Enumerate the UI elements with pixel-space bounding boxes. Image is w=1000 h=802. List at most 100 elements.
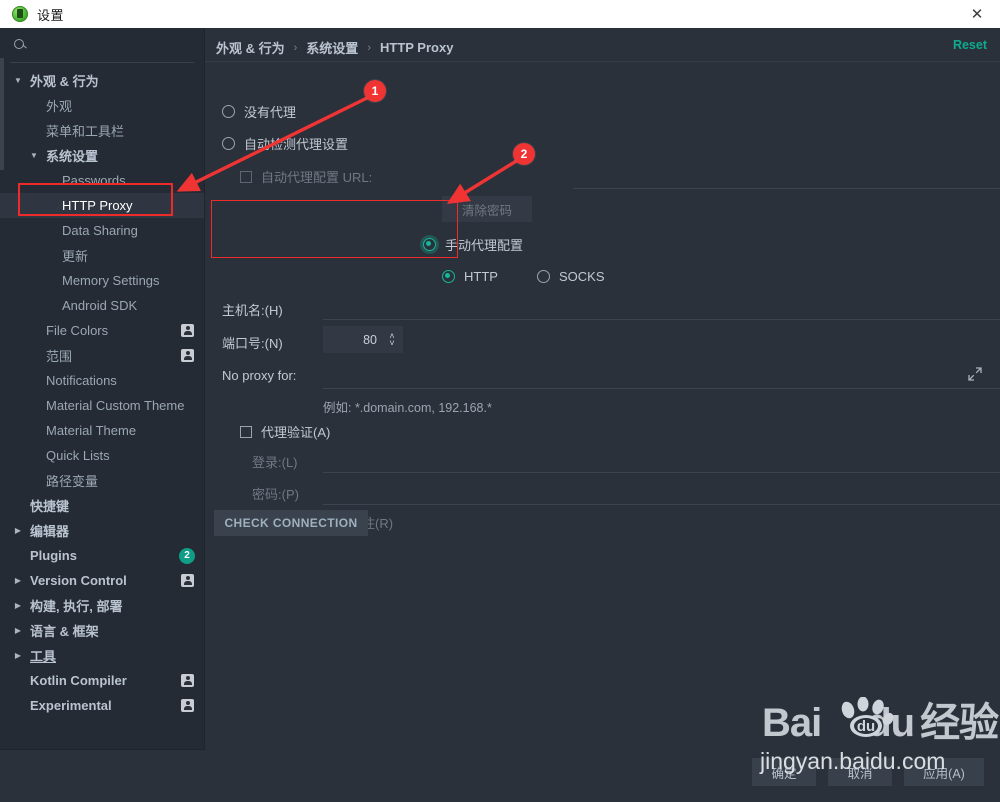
clear-passwords-button[interactable]: 清除密码	[442, 196, 532, 222]
header-divider	[205, 61, 1000, 62]
no-proxy-hint: 例如: *.domain.com, 192.168.*	[323, 397, 492, 416]
auto-url-checkbox-row[interactable]: 自动代理配置 URL:	[240, 167, 372, 186]
port-value[interactable]: 80	[363, 333, 385, 347]
sidebar-item-http-proxy[interactable]: HTTP Proxy	[0, 193, 204, 218]
auto-url-checkbox[interactable]	[240, 170, 252, 183]
reset-button[interactable]: Reset	[953, 38, 987, 52]
sidebar-scrollbar[interactable]	[0, 28, 4, 750]
port-label: 端口号:(N)	[222, 333, 283, 352]
http-radio-row[interactable]: HTTP	[442, 269, 498, 284]
search-input[interactable]	[29, 37, 194, 53]
sidebar-scrollbar-thumb[interactable]	[0, 58, 4, 170]
http-radio[interactable]	[442, 270, 455, 283]
sidebar-item-label: 菜单和工具栏	[46, 124, 125, 139]
sidebar-item-android-sdk[interactable]: Android SDK	[0, 293, 204, 318]
auto-detect-radio[interactable]	[222, 137, 235, 150]
auto-url-label: 自动代理配置 URL:	[261, 170, 373, 185]
no-proxy-radio-row[interactable]: 没有代理	[222, 102, 296, 121]
manual-proxy-radio[interactable]	[423, 238, 436, 251]
socks-radio-row[interactable]: SOCKS	[537, 269, 605, 284]
close-icon[interactable]: ✕	[954, 0, 1000, 27]
sidebar-item-version-control[interactable]: ▶ Version Control	[0, 568, 204, 593]
login-label-text: 登录:(L)	[252, 455, 298, 470]
window-titlebar: 设置 ✕	[0, 0, 1000, 29]
sidebar-item-[interactable]: 路径变量	[0, 468, 204, 493]
chevron-right-icon[interactable]: ▶	[12, 576, 24, 585]
no-proxy-hint-text: 例如: *.domain.com, 192.168.*	[323, 401, 492, 415]
http-label: HTTP	[464, 269, 498, 284]
password-input[interactable]	[323, 504, 1000, 505]
port-label-text: 端口号:(N)	[222, 336, 283, 351]
search-row[interactable]	[10, 28, 194, 63]
sidebar-item-[interactable]: 菜单和工具栏	[0, 118, 204, 143]
chevron-right-icon[interactable]: ▶	[12, 601, 24, 610]
sidebar-item-notifications[interactable]: Notifications	[0, 368, 204, 393]
window-title: 设置	[37, 7, 65, 23]
sidebar-item-label: Memory Settings	[62, 273, 160, 288]
sidebar-item-[interactable]: ▼ 系统设置	[0, 143, 204, 168]
chevron-down-icon[interactable]: ▼	[28, 151, 40, 160]
sidebar-item-label: 工具	[30, 649, 57, 664]
breadcrumb-separator-icon: ›	[293, 41, 298, 54]
sidebar-item-plugins[interactable]: Plugins 2	[0, 543, 204, 568]
sidebar-item-[interactable]: ▶ 语言 & 框架	[0, 618, 204, 643]
sidebar-item-file-colors[interactable]: File Colors	[0, 318, 204, 343]
chevron-right-icon[interactable]: ▶	[12, 651, 24, 660]
sidebar-item-data-sharing[interactable]: Data Sharing	[0, 218, 204, 243]
chevron-right-icon[interactable]: ▶	[12, 526, 24, 535]
no-proxy-for-label: No proxy for:	[222, 368, 296, 383]
breadcrumb-separator-icon: ›	[367, 41, 371, 54]
sidebar-item-label: Experimental	[30, 698, 112, 713]
sidebar-item-label: Quick Lists	[46, 448, 110, 463]
socks-radio[interactable]	[537, 270, 550, 283]
settings-dialog: 设置 ✕ ▼ 外观 & 行为 外观 菜单和工具栏 ▼ 系统设置 Passwords HTTP …	[0, 0, 1000, 802]
sidebar-item-kotlin-compiler[interactable]: Kotlin Compiler	[0, 668, 204, 693]
app-icon	[12, 6, 28, 22]
sidebar-item-[interactable]: ▶ 构建, 执行, 部署	[0, 593, 204, 618]
sidebar-item-label: File Colors	[46, 323, 109, 338]
sidebar-item-[interactable]: 外观	[0, 93, 204, 118]
sidebar-item-experimental[interactable]: Experimental	[0, 693, 204, 718]
apply-button[interactable]: 应用(A)	[904, 758, 984, 786]
chevron-down-icon[interactable]: ˅	[389, 338, 394, 347]
ok-button[interactable]: 确定	[752, 758, 816, 786]
sidebar-item-label: 外观	[46, 99, 73, 114]
manual-proxy-radio-row[interactable]: 手动代理配置	[423, 235, 523, 254]
chevron-down-icon[interactable]: ▼	[12, 76, 24, 85]
sidebar-item-[interactable]: ▶ 工具	[0, 643, 204, 668]
no-proxy-for-input[interactable]	[323, 388, 1000, 389]
sidebar-item-label: 语言 & 框架	[30, 624, 99, 639]
check-connection-button[interactable]: CHECK CONNECTION	[214, 510, 368, 536]
svg-text:du: du	[857, 718, 875, 735]
auto-url-input[interactable]	[573, 188, 1000, 189]
sidebar-item-material-custom-theme[interactable]: Material Custom Theme	[0, 393, 204, 418]
proxy-auth-checkbox-row[interactable]: 代理验证(A)	[240, 422, 330, 441]
breadcrumb-item-1[interactable]: 系统设置	[306, 38, 358, 57]
host-label: 主机名:(H)	[222, 300, 283, 319]
sidebar-item-[interactable]: ▼ 外观 & 行为	[0, 68, 204, 93]
no-proxy-radio[interactable]	[222, 105, 235, 118]
sidebar-item-passwords[interactable]: Passwords	[0, 168, 204, 193]
proxy-auth-checkbox[interactable]	[240, 425, 252, 438]
sidebar-item-memory-settings[interactable]: Memory Settings	[0, 268, 204, 293]
sidebar-item-[interactable]: ▶ 编辑器	[0, 518, 204, 543]
sidebar-item-[interactable]: 更新	[0, 243, 204, 268]
sidebar-item-[interactable]: 范围	[0, 343, 204, 368]
stepper-arrows-icon[interactable]: ˄ ˅	[385, 331, 399, 347]
plugins-update-count-badge: 2	[179, 547, 195, 564]
login-input[interactable]	[323, 472, 1000, 473]
sidebar-item-label: Kotlin Compiler	[30, 673, 127, 688]
sidebar-item-[interactable]: 快捷键	[0, 493, 204, 518]
user-scope-icon	[181, 574, 194, 587]
breadcrumb-item-0[interactable]: 外观 & 行为	[216, 38, 285, 57]
sidebar-item-material-theme[interactable]: Material Theme	[0, 418, 204, 443]
sidebar-item-label: HTTP Proxy	[62, 198, 133, 213]
cancel-button[interactable]: 取消	[828, 758, 892, 786]
auto-detect-radio-row[interactable]: 自动检测代理设置	[222, 134, 348, 153]
host-input[interactable]	[323, 319, 1000, 320]
sidebar-item-label: Material Theme	[46, 423, 137, 438]
port-stepper[interactable]: 80 ˄ ˅	[323, 326, 403, 353]
sidebar-item-quick-lists[interactable]: Quick Lists	[0, 443, 204, 468]
chevron-right-icon[interactable]: ▶	[12, 626, 24, 635]
expand-icon[interactable]	[967, 366, 983, 382]
